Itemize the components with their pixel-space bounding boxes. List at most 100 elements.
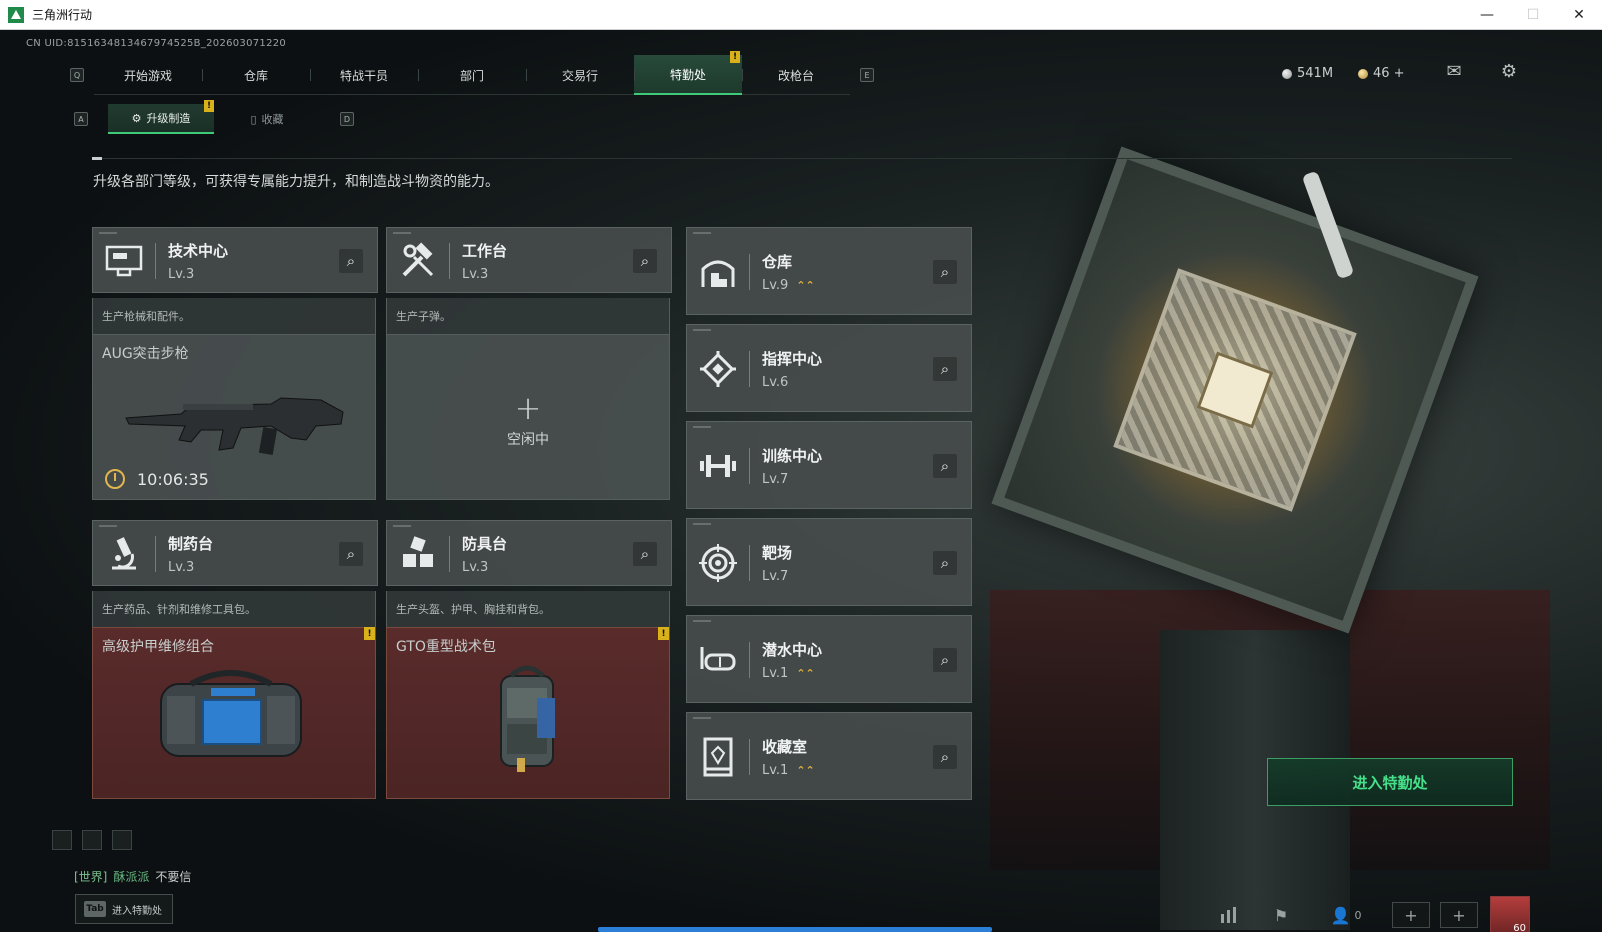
avatar[interactable]: 60 [1490,896,1530,932]
tab-department[interactable]: 部门 [418,55,526,95]
production-slot-aug[interactable]: AUG突击步枪 10:06:35 [92,334,376,500]
mail-icon[interactable]: ✉ [1444,63,1464,81]
search-icon[interactable]: ⌕ [633,542,657,566]
dept-card-workbench[interactable]: 工作台 Lv.3 ⌕ [386,227,672,293]
dept-name: 制药台 [168,535,214,553]
minimize-button[interactable]: — [1464,0,1510,30]
tab-start-game[interactable]: 开始游戏 [94,55,202,95]
hammer-wrench-icon [387,241,449,281]
dept-description: 生产头盔、护甲、胸挂和背包。 [386,591,670,627]
target-icon [687,544,749,582]
dept-card-warehouse[interactable]: 仓库 Lv.9 ⌃⌃ ⌕ [686,227,972,315]
subtab-collection[interactable]: ▯ 收藏 [214,104,320,134]
stats-icon[interactable] [1216,902,1242,928]
add-slot-button[interactable]: + [1392,902,1430,928]
tab-operators[interactable]: 特战干员 [310,55,418,95]
slot-item-name: 高级护甲维修组合 [102,639,214,655]
dept-name: 靶场 [762,544,793,562]
dept-level: Lv.3 [462,267,489,282]
dept-name: 技术中心 [168,242,229,260]
dept-card-armor-bench[interactable]: 防具台 Lv.3 ⌕ [386,520,672,586]
production-slot-ready-backpack[interactable]: ! GTO重型战术包 [386,627,670,799]
upgrade-available-icon: ⌃⌃ [796,279,815,292]
search-icon[interactable]: ⌕ [933,551,957,575]
tab-shortcut-hint[interactable]: Tab 进入特勤处 [75,894,173,924]
chat-user[interactable]: 酥派派 [113,868,149,885]
tab-key: Tab [84,901,106,917]
craft-timer: 10:06:35 [105,469,209,489]
search-icon[interactable]: ⌕ [933,745,957,769]
tab-trading[interactable]: 交易行 [526,55,634,95]
gear-icon[interactable]: ⚙ [1499,63,1519,81]
tab-special-ops[interactable]: 特勤处! [634,51,742,95]
dept-level: Lv.3 [168,560,195,575]
chat-settings-icon[interactable] [112,830,132,850]
search-icon[interactable]: ⌕ [339,542,363,566]
chat-edit-icon[interactable] [82,830,102,850]
search-icon[interactable]: ⌕ [933,260,957,284]
gear-upgrade-icon: ⚙ [131,111,142,125]
cubes-icon [387,534,449,574]
slot-item-name: AUG突击步枪 [102,346,189,362]
dept-card-training-center[interactable]: 训练中心 Lv.7 ⌕ [686,421,972,509]
maximize-button[interactable]: ☐ [1510,0,1556,30]
upgrade-available-icon: ⌃⌃ [796,764,815,777]
search-icon[interactable]: ⌕ [633,249,657,273]
production-slot-ready-repair-kit[interactable]: ! 高级护甲维修组合 [92,627,376,799]
dept-card-command-center[interactable]: 指挥中心 Lv.6 ⌕ [686,324,972,412]
chat-message[interactable]: [世界] 酥派派 不要信 [74,868,191,885]
dept-name: 仓库 [762,253,793,271]
dept-level: Lv.7 [762,472,789,487]
dept-name: 训练中心 [762,447,823,465]
subtab-upgrade-craft[interactable]: ⚙ 升级制造 ! [108,100,214,134]
dept-description: 生产枪械和配件。 [92,298,376,334]
repair-kit-bag-image [160,670,302,757]
dept-name: 指挥中心 [762,350,823,368]
dept-name: 潜水中心 [762,641,823,659]
production-slot-idle[interactable]: + 空闲中 [386,334,670,500]
app-logo-icon [8,6,24,23]
sub-nav: A ⚙ 升级制造 ! ▯ 收藏 D [74,100,354,134]
game-viewport: CN UID:8151634813467974525B_202603071220… [0,30,1602,932]
dept-card-tech-center[interactable]: 技术中心 Lv.3 ⌕ [92,227,378,293]
flag-icon[interactable]: ⚑ [1268,902,1294,928]
search-icon[interactable]: ⌕ [339,249,363,273]
search-icon[interactable]: ⌕ [933,454,957,478]
window-titlebar: 三角洲行动 — ☐ ✕ [0,0,1602,30]
search-icon[interactable]: ⌕ [933,357,957,381]
chat-channel: [世界] [74,870,108,884]
gold-coin-icon [1358,68,1368,79]
chat-expand-icon[interactable] [52,830,72,850]
collection-icon [687,737,749,777]
dept-level: Lv.1 ⌃⌃ [762,666,815,681]
monitor-icon [93,244,155,278]
silver-coin-icon [1282,68,1292,79]
dept-level: Lv.1 ⌃⌃ [762,763,815,778]
page-description: 升级各部门等级，可获得专属能力提升，和制造战斗物资的能力。 [93,174,499,190]
dept-level: Lv.6 [762,375,789,390]
silver-currency[interactable]: 541M [1282,66,1333,81]
main-nav: Q 开始游戏 仓库 特战干员 部门 交易行 特勤处! 改枪台 E [70,51,874,95]
add-slot-button[interactable]: + [1440,902,1478,928]
search-icon[interactable]: ⌕ [933,648,957,672]
dept-level: Lv.7 [762,569,789,584]
tab-warehouse[interactable]: 仓库 [202,55,310,95]
rifle-image [125,397,344,456]
tab-gunsmith[interactable]: 改枪台 [742,55,850,95]
gold-currency[interactable]: 46 + [1358,66,1405,81]
dept-card-shooting-range[interactable]: 靶场 Lv.7 ⌕ [686,518,972,606]
close-button[interactable]: ✕ [1556,0,1602,30]
dept-card-collection-room[interactable]: 收藏室 Lv.1 ⌃⌃ ⌕ [686,712,972,800]
friends-button[interactable]: 👤 0 [1324,902,1368,928]
dept-card-diving-center[interactable]: 潜水中心 Lv.1 ⌃⌃ ⌕ [686,615,972,703]
chat-toolbar [52,830,132,850]
progress-bar [598,927,992,932]
player-uid: CN UID:8151634813467974525B_202603071220 [26,38,287,49]
key-hint-d: D [340,112,354,126]
dept-card-pharmacy[interactable]: 制药台 Lv.3 ⌕ [92,520,378,586]
warehouse-icon [687,253,749,291]
backpack-image [500,665,555,772]
enter-special-ops-button[interactable]: 进入特勤处 [1267,758,1513,806]
main-tabs: 开始游戏 仓库 特战干员 部门 交易行 特勤处! 改枪台 [94,51,850,95]
key-hint-a: A [74,112,88,126]
